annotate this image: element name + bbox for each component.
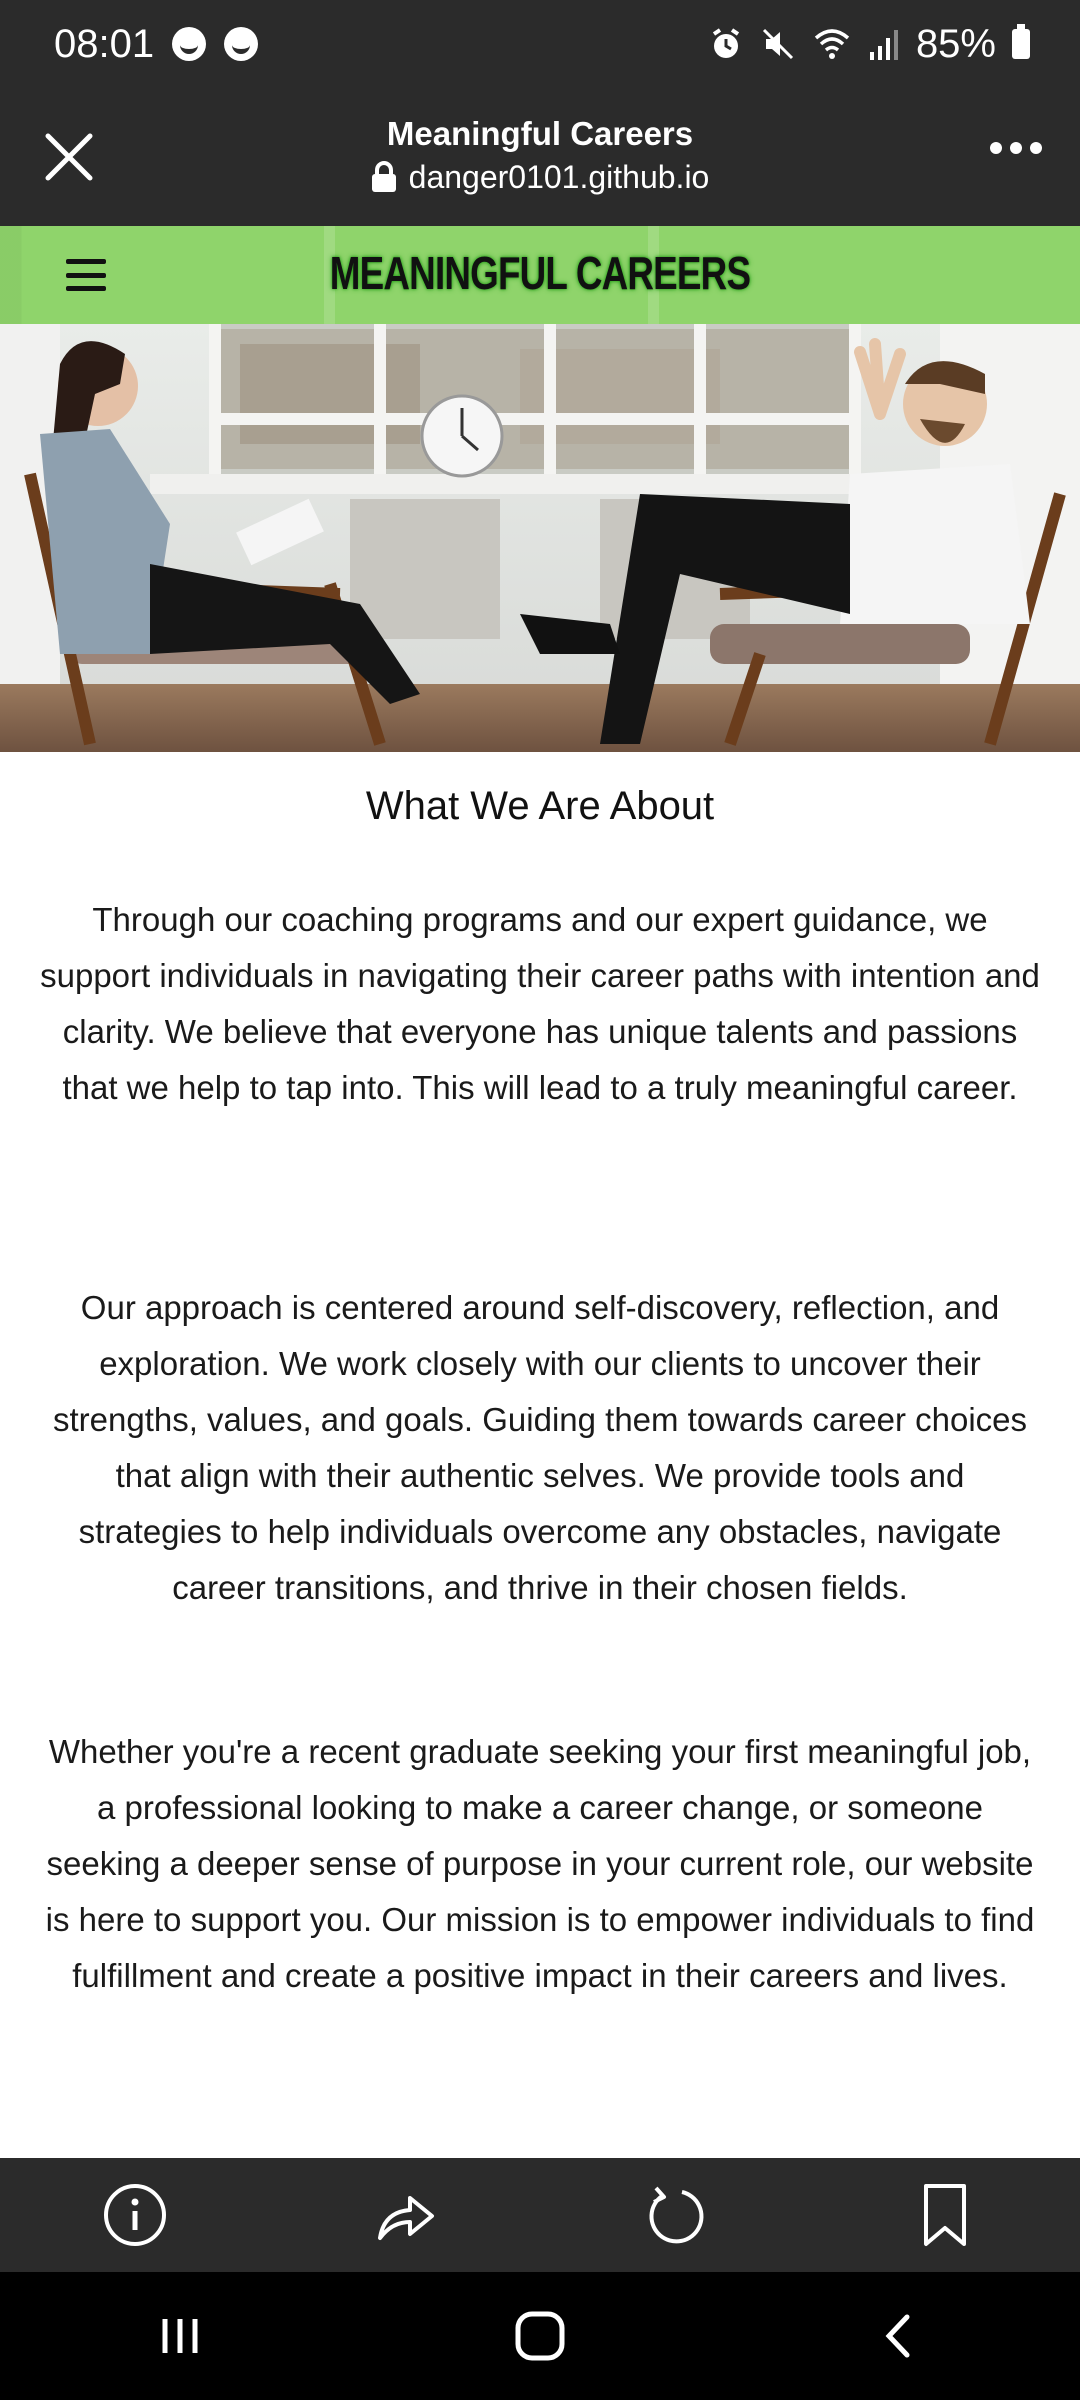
section-heading: What We Are About <box>365 784 715 828</box>
signal-icon <box>869 30 898 60</box>
browser-title-area: Meaningful Careers danger0101.github.io <box>200 114 880 198</box>
recent-apps-icon[interactable] <box>140 2296 220 2376</box>
status-time: 08:01 <box>54 21 155 66</box>
page-title: Meaningful Careers <box>386 115 694 152</box>
lock-icon <box>371 161 396 192</box>
url-row: danger0101.github.io <box>200 156 880 198</box>
system-navigation-bar <box>0 2272 1080 2400</box>
home-icon[interactable] <box>500 2296 580 2376</box>
browser-header: Meaningful Careers danger0101.github.io <box>0 88 1080 226</box>
share-icon[interactable] <box>369 2179 441 2251</box>
hamburger-menu-icon[interactable] <box>66 259 106 291</box>
wifi-icon <box>814 29 850 59</box>
mute-icon <box>762 28 793 60</box>
site-navbar: MEANINGFUL CAREERS <box>0 226 1080 324</box>
browser-toolbar <box>0 2158 1080 2272</box>
back-icon[interactable] <box>860 2296 940 2376</box>
hero-image <box>0 324 1080 752</box>
alarm-icon <box>712 28 740 58</box>
page-url: danger0101.github.io <box>408 159 710 195</box>
smiley-icon <box>224 27 259 61</box>
info-icon[interactable] <box>99 2179 171 2251</box>
close-icon[interactable] <box>38 126 100 188</box>
bookmark-icon[interactable] <box>909 2179 981 2251</box>
paragraph-2: Our approach is centered around self-dis… <box>52 1289 1027 1606</box>
paragraph-3: Whether you're a recent graduate seeking… <box>45 1733 1035 1994</box>
more-icon[interactable] <box>990 142 1042 154</box>
paragraph-1: Through our coaching programs and our ex… <box>40 901 1040 1106</box>
site-brand[interactable]: MEANINGFUL CAREERS <box>108 246 972 300</box>
refresh-icon[interactable] <box>639 2179 711 2251</box>
status-bar: 08:01 85% <box>0 0 1080 88</box>
main-content: What We Are About <box>0 752 1080 836</box>
smiley-icon <box>172 27 207 61</box>
battery-icon <box>1012 24 1030 59</box>
battery-percent: 85% <box>915 21 996 66</box>
